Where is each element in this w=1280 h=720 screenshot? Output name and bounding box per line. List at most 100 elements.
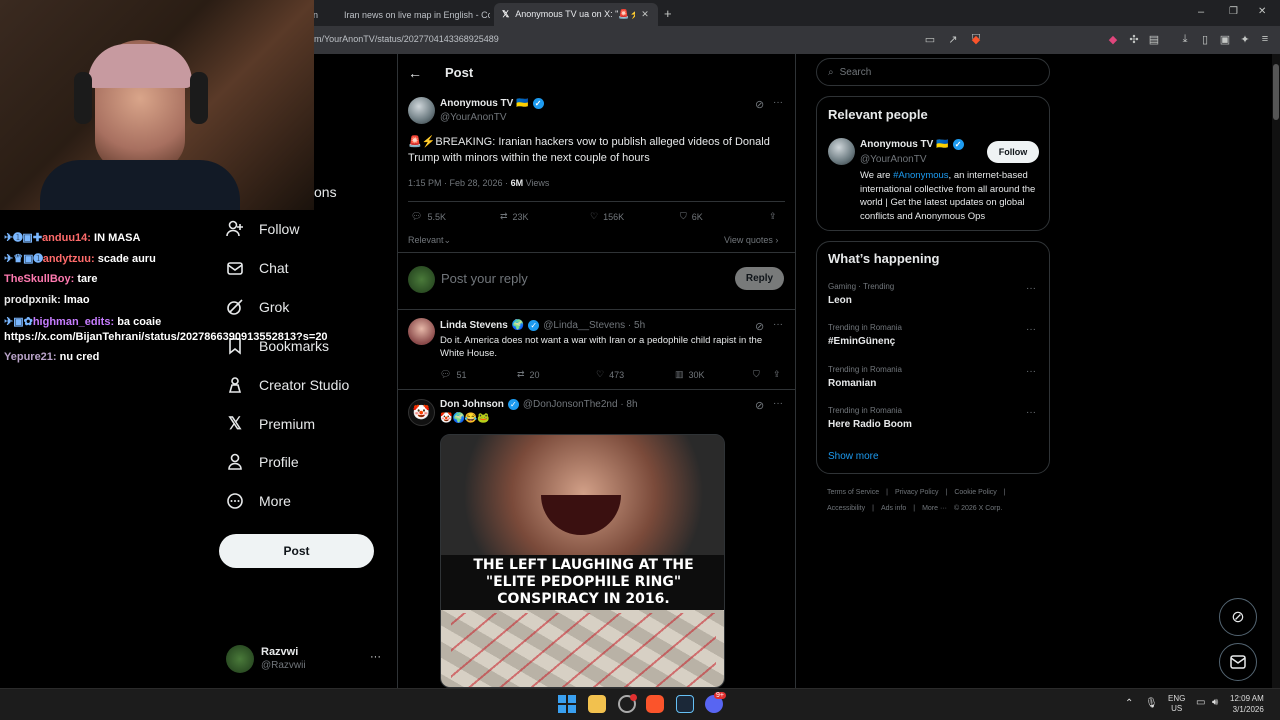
menu-icon[interactable]: ≡ — [1258, 32, 1272, 46]
brave-shield-icon[interactable]: ◆ — [969, 32, 983, 46]
tray-chevron-icon[interactable]: ⌃ — [1125, 698, 1133, 709]
person-bio: We are #Anonymous, an internet-based int… — [860, 169, 1042, 223]
grok-float-icon[interactable]: ⊘ — [1219, 598, 1257, 636]
bookmark-post-icon[interactable]: ⛉ — [753, 369, 760, 380]
share-icon[interactable]: ↗ — [946, 32, 960, 46]
bio-hashtag-link[interactable]: #Anonymous — [893, 170, 948, 181]
trend-title[interactable]: #EminGünenç — [828, 336, 895, 347]
minimize-icon[interactable]: – — [1198, 6, 1204, 18]
file-explorer-icon[interactable] — [588, 695, 606, 713]
footer-link[interactable]: Ads info — [881, 505, 906, 512]
author-name-row[interactable]: Anonymous TV 🇺🇦 ✓ — [440, 98, 544, 109]
trend-title[interactable]: Leon — [828, 295, 852, 306]
new-tab-icon[interactable]: + — [664, 6, 672, 21]
grok-post-icon[interactable]: ⊘ — [755, 320, 764, 333]
nav-item-profile[interactable]: Profile — [225, 452, 299, 472]
reply-author-name[interactable]: Don Johnson — [440, 399, 504, 410]
trend-more-icon[interactable]: ··· — [1026, 407, 1036, 418]
extension-icon[interactable]: ◆ — [1106, 32, 1120, 46]
view-quotes-link[interactable]: View quotes › — [724, 235, 778, 245]
post-button[interactable]: Post — [219, 534, 374, 568]
tab-iran-news[interactable]: Iran news on live map in English - Co — [330, 3, 490, 26]
trend-more-icon[interactable]: ··· — [1026, 366, 1036, 377]
nav-item-partial[interactable]: ons — [314, 184, 337, 200]
scrollbar-thumb[interactable] — [1273, 64, 1279, 120]
account-more-icon[interactable]: ··· — [370, 651, 381, 663]
footer-link[interactable]: Cookie Policy — [954, 489, 996, 496]
person-handle[interactable]: @YourAnonTV — [860, 154, 927, 165]
like-action[interactable]: ♡ 473 — [596, 369, 624, 380]
nav-item-more[interactable]: More — [225, 491, 291, 511]
author-handle[interactable]: @YourAnonTV — [440, 112, 507, 123]
cast-icon[interactable]: ▭ — [923, 32, 937, 46]
nav-item-creator-studio[interactable]: Creator Studio — [225, 375, 349, 395]
show-more-link[interactable]: Show more — [828, 451, 879, 462]
reply-button[interactable]: Reply — [735, 267, 784, 290]
like-action[interactable]: ♡ 156K — [590, 211, 624, 222]
footer-link[interactable]: Accessibility — [827, 505, 865, 512]
url-field[interactable]: m/YourAnonTV/status/2027704143368925489 — [314, 34, 499, 44]
trend-title[interactable]: Romanian — [828, 378, 876, 389]
follow-button[interactable]: Follow — [987, 141, 1039, 163]
person-avatar[interactable] — [828, 138, 855, 165]
leo-icon[interactable]: ✦ — [1238, 32, 1252, 46]
repost-action[interactable]: ⇄ 23K — [500, 211, 529, 222]
person-name-row[interactable]: Anonymous TV 🇺🇦 ✓ — [860, 139, 964, 150]
reply-handle[interactable]: @Linda__Stevens · 5h — [543, 320, 645, 331]
back-arrow-icon[interactable]: ← — [408, 65, 422, 81]
volume-icon[interactable]: 🔊︎ — [1212, 697, 1218, 708]
nav-item-follow[interactable]: Follow — [225, 219, 299, 239]
puzzle-icon[interactable]: ✣ — [1127, 32, 1141, 46]
language-indicator[interactable]: ENG US — [1168, 694, 1185, 714]
footer-link[interactable]: Terms of Service — [827, 489, 879, 496]
scrollbar[interactable] — [1272, 54, 1280, 688]
tab-anonymous-tv[interactable]: 𝕏 Anonymous TV ua on X: "🚨⚡ B ✕ — [494, 3, 658, 26]
wallet-icon[interactable]: ▣ — [1218, 32, 1232, 46]
reply-action[interactable]: 💬︎ 51 — [440, 369, 466, 380]
reply-input[interactable]: Post your reply — [441, 271, 528, 286]
sidebar-icon[interactable]: ▯ — [1198, 32, 1212, 46]
reply-author-avatar[interactable]: 🤡 — [408, 399, 435, 426]
reply-author-name[interactable]: Linda Stevens — [440, 320, 508, 331]
maximize-icon[interactable]: ❐ — [1229, 6, 1238, 17]
window-close-icon[interactable]: ✕ — [1258, 6, 1266, 17]
reply-more-icon[interactable]: ··· — [773, 319, 783, 330]
author-avatar[interactable] — [408, 97, 435, 124]
trend-more-icon[interactable]: ··· — [1026, 283, 1036, 294]
footer-link[interactable]: More ··· — [922, 505, 947, 512]
mic-icon[interactable]: 🎙︎ — [1145, 698, 1158, 709]
reply-more-icon[interactable]: ··· — [773, 398, 783, 409]
post-more-icon[interactable]: ··· — [773, 97, 783, 108]
account-avatar[interactable] — [226, 645, 254, 673]
trend-title[interactable]: Here Radio Boom — [828, 419, 912, 430]
brave-taskbar-icon[interactable] — [646, 695, 664, 713]
grok-post-icon[interactable]: ⊘ — [755, 399, 764, 412]
media-icon[interactable]: ▤ — [1147, 32, 1161, 46]
start-icon[interactable] — [558, 695, 576, 713]
reply-handle[interactable]: @DonJonsonThe2nd · 8h — [523, 399, 638, 410]
share-post-icon[interactable]: ⇪ — [773, 369, 781, 380]
network-icon[interactable]: ▭ — [1196, 697, 1205, 708]
sort-dropdown[interactable]: Relevant⌄ — [408, 235, 451, 246]
clock[interactable]: 12:09 AM 3/1/2026 — [1230, 693, 1264, 715]
messages-float-icon[interactable] — [1219, 643, 1257, 681]
meme-image[interactable]: THE LEFT LAUGHING AT THE "ELITE PEDOPHIL… — [440, 434, 725, 688]
search-input[interactable]: Search — [840, 67, 872, 78]
download-icon[interactable]: ⤓ — [1178, 32, 1192, 46]
repost-action[interactable]: ⇄ 20 — [517, 369, 540, 380]
nav-item-premium[interactable]: 𝕏 Premium — [225, 414, 315, 434]
nav-item-chat[interactable]: Chat — [225, 258, 289, 278]
search-box[interactable]: ⌕ Search — [816, 58, 1050, 86]
reply-action[interactable]: 💬︎ 5.5K — [411, 211, 446, 222]
steam-icon[interactable] — [676, 695, 694, 713]
reply-author-avatar[interactable] — [408, 318, 435, 345]
webcam-overlay — [0, 0, 314, 210]
views-action[interactable]: ▥ 30K — [675, 369, 705, 380]
footer-link[interactable]: Privacy Policy — [895, 489, 939, 496]
grok-post-icon[interactable]: ⊘ — [755, 98, 764, 111]
close-icon[interactable]: ✕ — [641, 9, 649, 20]
bookmark-action[interactable]: ⛉ 6K — [680, 211, 703, 222]
nav-item-grok[interactable]: Grok — [225, 297, 289, 317]
share-post-icon[interactable]: ⇪ — [769, 211, 777, 222]
trend-more-icon[interactable]: ··· — [1026, 324, 1036, 335]
